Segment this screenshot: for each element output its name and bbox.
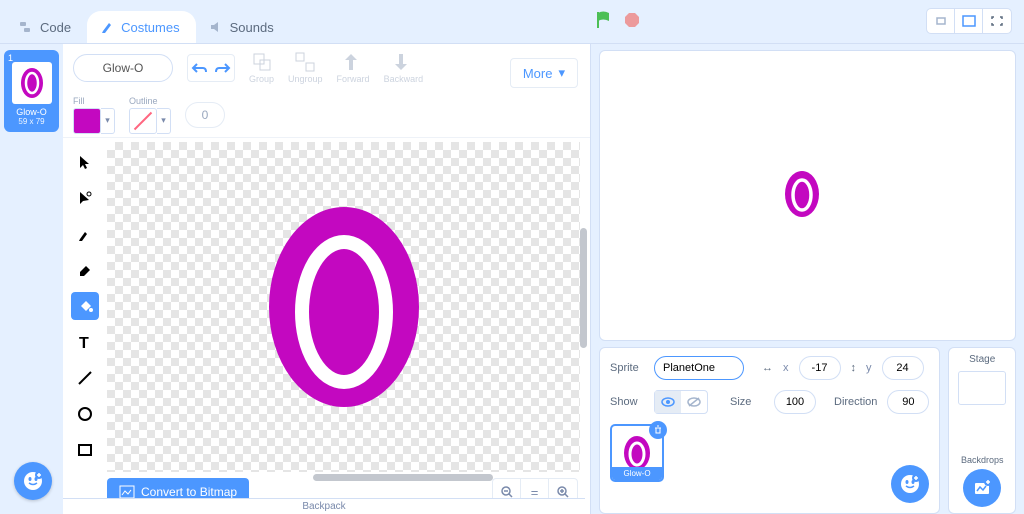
sprite-label: Sprite [610, 362, 644, 374]
circle-tool[interactable] [71, 400, 99, 428]
costume-thumbnail[interactable]: 1 Glow-O 59 x 79 [4, 50, 59, 132]
stage-large-button[interactable] [955, 9, 983, 33]
text-tool[interactable]: T [71, 328, 99, 356]
brush-icon [99, 19, 115, 35]
green-flag-icon[interactable] [595, 10, 613, 30]
backdrops-label: Backdrops [955, 455, 1009, 465]
backpack-panel[interactable]: Backpack [63, 498, 585, 514]
sprite-name-input[interactable] [654, 356, 744, 380]
eraser-tool[interactable] [71, 256, 99, 284]
size-input[interactable] [774, 390, 816, 414]
fill-swatch[interactable] [73, 108, 101, 134]
fullscreen-button[interactable] [983, 9, 1011, 33]
y-label: y [866, 362, 872, 374]
rect-tool[interactable] [71, 436, 99, 464]
stage-title: Stage [955, 354, 1009, 365]
sprite-card[interactable]: Glow-O [610, 424, 664, 482]
delete-sprite-button[interactable] [649, 421, 667, 439]
canvas[interactable] [107, 142, 580, 472]
tab-code-label: Code [40, 20, 71, 35]
tab-code[interactable]: Code [6, 11, 87, 43]
costume-number: 1 [8, 53, 13, 63]
svg-text:T: T [79, 335, 89, 350]
hide-button[interactable] [681, 391, 707, 413]
forward-button[interactable]: Forward [337, 52, 370, 84]
backdrop-thumb[interactable] [958, 371, 1006, 405]
chevron-down-icon: ▾ [558, 65, 565, 81]
stage-small-button[interactable] [927, 9, 955, 33]
stage-sprite [784, 170, 820, 218]
backward-button[interactable]: Backward [384, 52, 424, 84]
brush-tool[interactable] [71, 220, 99, 248]
fill-tool[interactable] [71, 292, 99, 320]
outline-caret[interactable]: ▾ [157, 108, 171, 134]
undo-button[interactable] [188, 55, 210, 81]
add-backdrop-button[interactable] [963, 469, 1001, 507]
outline-label: Outline [129, 96, 171, 106]
costume-dims: 59 x 79 [6, 117, 57, 126]
y-input[interactable] [882, 356, 924, 380]
reshape-tool[interactable] [71, 184, 99, 212]
add-sprite-button[interactable] [891, 465, 929, 503]
select-tool[interactable] [71, 148, 99, 176]
redo-button[interactable] [212, 55, 234, 81]
direction-input[interactable] [887, 390, 929, 414]
xy-icon: ↔ [762, 362, 773, 374]
line-tool[interactable] [71, 364, 99, 392]
code-icon [18, 19, 34, 35]
tab-costumes[interactable]: Costumes [87, 11, 196, 43]
show-button[interactable] [655, 391, 681, 413]
scrollbar-horizontal[interactable] [313, 474, 493, 481]
stop-icon[interactable] [623, 11, 641, 29]
tab-costumes-label: Costumes [121, 20, 180, 35]
y-icon: ↕ [851, 362, 857, 374]
costume-graphic [264, 202, 424, 412]
add-costume-button[interactable] [14, 462, 52, 500]
x-label: x [783, 362, 789, 374]
show-label: Show [610, 396, 644, 408]
x-input[interactable] [799, 356, 841, 380]
costume-name-input[interactable] [73, 54, 173, 82]
outline-width-input[interactable] [185, 102, 225, 128]
tab-sounds-label: Sounds [230, 20, 274, 35]
bitmap-icon [119, 485, 135, 499]
scrollbar-vertical[interactable] [580, 228, 587, 348]
tab-sounds[interactable]: Sounds [196, 11, 290, 43]
costume-thumb-image [12, 62, 52, 104]
sprite-card-name: Glow-O [612, 467, 662, 480]
fill-caret[interactable]: ▾ [101, 108, 115, 134]
outline-swatch[interactable] [129, 108, 157, 134]
size-label: Size [730, 396, 764, 408]
costume-name-label: Glow-O [6, 107, 57, 117]
stage-preview [599, 50, 1016, 341]
more-button[interactable]: More▾ [510, 58, 578, 88]
group-button[interactable]: Group [249, 52, 274, 84]
stage-panel[interactable]: Stage Backdrops [948, 347, 1016, 514]
ungroup-button[interactable]: Ungroup [288, 52, 323, 84]
direction-label: Direction [834, 396, 877, 408]
fill-label: Fill [73, 96, 115, 106]
speaker-icon [208, 19, 224, 35]
